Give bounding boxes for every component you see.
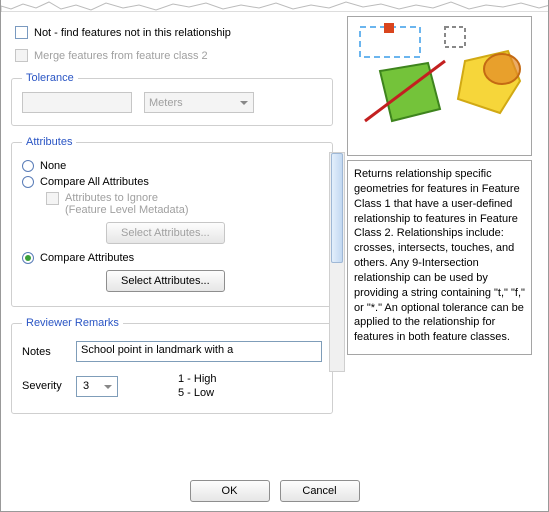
main-content: Not - find features not in this relation… xyxy=(1,12,548,472)
severity-label: Severity xyxy=(22,380,66,392)
severity-legend-low: 5 - Low xyxy=(178,386,217,400)
select-attributes-button[interactable]: Select Attributes... xyxy=(106,270,225,292)
merge-checkbox xyxy=(15,49,28,62)
not-checkbox-row[interactable]: Not - find features not in this relation… xyxy=(15,26,333,39)
attributes-legend: Attributes xyxy=(22,136,76,148)
radio-compare[interactable]: Compare Attributes xyxy=(22,252,322,264)
radio-compare-all[interactable]: Compare All Attributes xyxy=(22,176,322,188)
remarks-fieldset: Reviewer Remarks Notes School point in l… xyxy=(11,317,333,414)
help-illustration xyxy=(347,16,532,156)
ignore-label-line2: (Feature Level Metadata) xyxy=(65,204,189,216)
tolerance-units-select: Meters xyxy=(144,92,254,113)
radio-compare-input[interactable] xyxy=(22,252,34,264)
help-text-content: Returns relationship specific geometries… xyxy=(354,168,525,343)
tolerance-fieldset: Tolerance Meters xyxy=(11,72,333,126)
radio-none-label: None xyxy=(40,160,66,172)
geometry-icon xyxy=(350,21,530,151)
ok-button[interactable]: OK xyxy=(190,480,270,502)
radio-compare-all-label: Compare All Attributes xyxy=(40,176,149,188)
scroll-thumb[interactable] xyxy=(331,153,343,263)
select-attributes-button-disabled: Select Attributes... xyxy=(106,222,225,244)
merge-checkbox-row: Merge features from feature class 2 xyxy=(15,49,333,62)
radio-none-input[interactable] xyxy=(22,160,34,172)
help-text-panel: Returns relationship specific geometries… xyxy=(347,160,532,355)
tolerance-legend: Tolerance xyxy=(22,72,78,84)
cancel-button[interactable]: Cancel xyxy=(280,480,360,502)
left-panel: Not - find features not in this relation… xyxy=(1,12,343,472)
radio-none[interactable]: None xyxy=(22,160,322,172)
not-checkbox-label: Not - find features not in this relation… xyxy=(34,27,231,39)
not-checkbox[interactable] xyxy=(15,26,28,39)
dialog-window: Not - find features not in this relation… xyxy=(0,0,549,512)
ignore-label-wrap: Attributes to Ignore (Feature Level Meta… xyxy=(65,192,189,216)
severity-legend-text: 1 - High 5 - Low xyxy=(178,372,217,401)
merge-checkbox-label: Merge features from feature class 2 xyxy=(34,50,208,62)
dialog-button-bar: OK Cancel xyxy=(1,472,548,512)
remarks-legend: Reviewer Remarks xyxy=(22,317,123,329)
attributes-fieldset: Attributes None Compare All Attributes A… xyxy=(11,136,333,307)
radio-compare-all-input[interactable] xyxy=(22,176,34,188)
radio-compare-label: Compare Attributes xyxy=(40,252,134,264)
torn-edge-decoration xyxy=(1,0,548,12)
ignore-checkbox xyxy=(46,192,59,205)
right-panel: Returns relationship specific geometries… xyxy=(343,12,538,472)
ignore-section: Attributes to Ignore (Feature Level Meta… xyxy=(46,192,322,244)
severity-select[interactable]: 3 xyxy=(76,376,118,397)
severity-value: 3 xyxy=(83,380,89,392)
tolerance-units-value: Meters xyxy=(149,97,183,109)
tolerance-input xyxy=(22,92,132,113)
notes-label: Notes xyxy=(22,346,66,358)
ignore-label-line1: Attributes to Ignore xyxy=(65,192,189,204)
vertical-scrollbar[interactable] xyxy=(329,152,345,372)
notes-input[interactable]: School point in landmark with a xyxy=(76,341,322,362)
severity-legend-high: 1 - High xyxy=(178,372,217,386)
notes-value: School point in landmark with a xyxy=(81,344,233,356)
